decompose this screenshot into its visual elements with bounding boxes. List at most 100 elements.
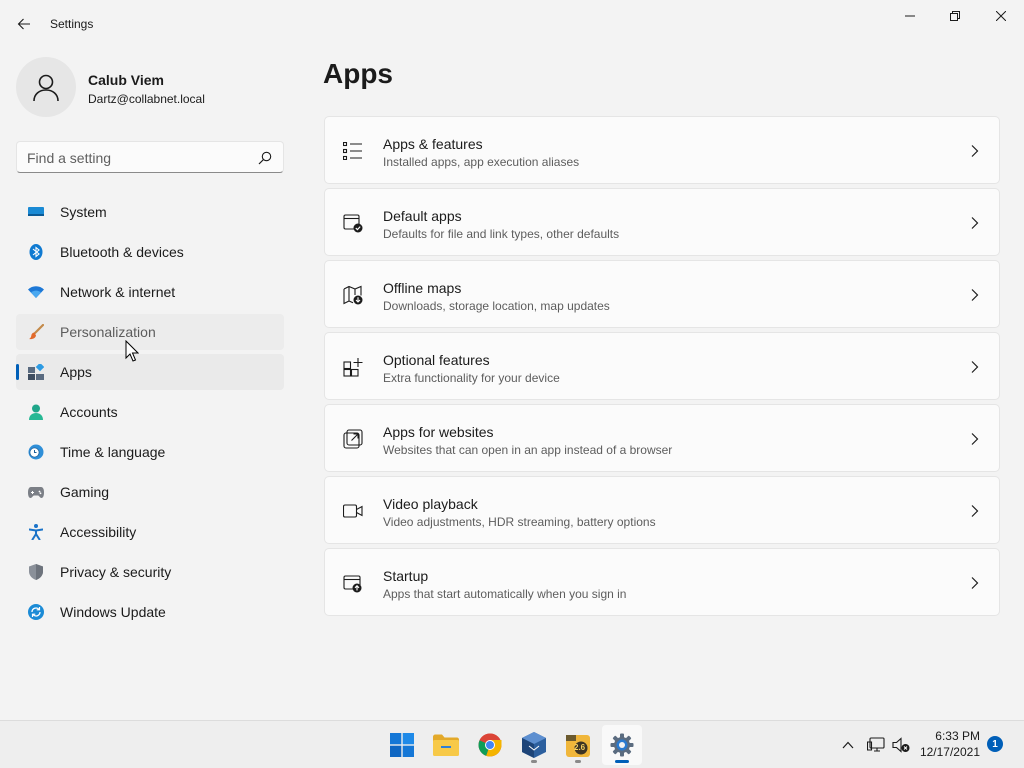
sidebar-item-system[interactable]: System (16, 194, 284, 230)
title-bar: Settings (0, 0, 1024, 48)
user-name: Calub Viem (88, 72, 164, 88)
card-subtitle: Websites that can open in an app instead… (383, 443, 673, 457)
card-subtitle: Defaults for file and link types, other … (383, 227, 620, 241)
sidebar-item-time-language[interactable]: Time & language (16, 434, 284, 470)
taskbar-virtualbox[interactable] (514, 725, 554, 765)
chevron-right-icon (971, 505, 979, 517)
taskbar-start-button[interactable] (382, 725, 422, 765)
person-icon (28, 404, 44, 420)
back-arrow-icon (17, 18, 30, 30)
card-apps-for-websites[interactable]: Apps for websites Websites that can open… (324, 404, 1000, 472)
sidebar-item-label: Personalization (60, 324, 156, 340)
shield-icon (28, 564, 44, 580)
restore-icon (950, 11, 960, 21)
sidebar-item-accounts[interactable]: Accounts (16, 394, 284, 430)
chrome-icon (478, 733, 502, 757)
clock-time[interactable]: 6:33 PM (918, 729, 980, 743)
sidebar-item-bluetooth[interactable]: Bluetooth & devices (16, 234, 284, 270)
minimize-icon (905, 15, 915, 17)
map-icon (343, 285, 363, 305)
sidebar-item-windows-update[interactable]: Windows Update (16, 594, 284, 630)
sidebar-item-label: System (60, 204, 107, 220)
card-title: Offline maps (383, 280, 462, 296)
card-subtitle: Video adjustments, HDR streaming, batter… (383, 515, 656, 529)
taskbar-chrome[interactable] (470, 725, 510, 765)
system-icon (28, 204, 44, 220)
taskbar: 2.6 (0, 720, 1024, 768)
card-title: Default apps (383, 208, 462, 224)
card-title: Optional features (383, 352, 490, 368)
close-button[interactable] (978, 0, 1024, 32)
taskbar-app-2-6[interactable]: 2.6 (558, 725, 598, 765)
card-title: Apps for websites (383, 424, 494, 440)
sidebar-item-privacy[interactable]: Privacy & security (16, 554, 284, 590)
clock-date[interactable]: 12/17/2021 (918, 745, 980, 759)
chevron-right-icon (971, 433, 979, 445)
startup-icon (343, 573, 363, 593)
controller-icon (28, 484, 44, 500)
sidebar-item-label: Accessibility (60, 524, 137, 540)
clock-globe-icon (28, 444, 44, 460)
bluetooth-icon (28, 244, 44, 260)
card-title: Apps & features (383, 136, 483, 152)
mouse-cursor-icon (125, 340, 139, 362)
search-icon (258, 151, 272, 165)
sidebar-item-personalization[interactable]: Personalization (16, 314, 284, 350)
search-box[interactable] (16, 141, 284, 173)
apps-settings-list: Apps & features Installed apps, app exec… (324, 116, 1000, 620)
brush-icon (28, 324, 44, 340)
card-default-apps[interactable]: Default apps Defaults for file and link … (324, 188, 1000, 256)
close-icon (996, 11, 1006, 21)
active-indicator (615, 760, 629, 763)
card-subtitle: Installed apps, app execution aliases (383, 155, 580, 169)
chevron-right-icon (971, 289, 979, 301)
network-tray-button[interactable] (866, 735, 886, 755)
card-video-playback[interactable]: Video playback Video adjustments, HDR st… (324, 476, 1000, 544)
minimize-button[interactable] (887, 0, 933, 32)
person-avatar-icon (33, 74, 59, 102)
volume-tray-button[interactable] (891, 735, 911, 755)
sidebar-item-apps[interactable]: Apps (16, 354, 284, 390)
virtualbox-icon (522, 732, 546, 758)
windows-logo-icon (390, 733, 414, 757)
sidebar-item-gaming[interactable]: Gaming (16, 474, 284, 510)
chevron-right-icon (971, 577, 979, 589)
update-icon (28, 604, 44, 620)
search-input[interactable] (27, 148, 247, 168)
chevron-right-icon (971, 145, 979, 157)
sidebar-item-network[interactable]: Network & internet (16, 274, 284, 310)
card-title: Startup (383, 568, 429, 584)
chevron-right-icon (971, 217, 979, 229)
card-title: Video playback (383, 496, 478, 512)
card-subtitle: Extra functionality for your device (383, 371, 560, 385)
chevron-up-icon (842, 741, 854, 749)
card-subtitle: Downloads, storage location, map updates (383, 299, 610, 313)
notification-badge[interactable]: 1 (987, 736, 1003, 752)
card-apps-features[interactable]: Apps & features Installed apps, app exec… (324, 116, 1000, 184)
accessibility-icon (28, 524, 44, 540)
card-startup[interactable]: Startup Apps that start automatically wh… (324, 548, 1000, 616)
default-apps-icon (343, 213, 363, 233)
settings-window: Settings Calub Viem Dartz@collabnet.loca… (0, 0, 1024, 720)
list-icon (343, 141, 363, 161)
sidebar-item-label: Apps (60, 364, 92, 380)
taskbar-settings[interactable] (602, 725, 642, 765)
maximize-button[interactable] (932, 0, 978, 32)
back-button[interactable] (12, 12, 36, 36)
sidebar-item-label: Bluetooth & devices (60, 244, 184, 260)
video-icon (343, 501, 363, 521)
card-optional-features[interactable]: Optional features Extra functionality fo… (324, 332, 1000, 400)
sidebar-item-label: Windows Update (60, 604, 166, 620)
speaker-muted-icon (892, 737, 910, 753)
grid-plus-icon (343, 357, 363, 377)
taskbar-file-explorer[interactable] (426, 725, 466, 765)
show-hidden-icons-button[interactable] (838, 735, 858, 755)
card-offline-maps[interactable]: Offline maps Downloads, storage location… (324, 260, 1000, 328)
sidebar-nav: System Bluetooth & devices Network & int… (16, 194, 284, 634)
running-indicator (531, 760, 537, 763)
page-title: Apps (323, 58, 393, 89)
settings-gear-icon (610, 733, 634, 757)
sidebar-item-accessibility[interactable]: Accessibility (16, 514, 284, 550)
folder-icon (433, 734, 459, 756)
avatar[interactable] (16, 57, 76, 117)
